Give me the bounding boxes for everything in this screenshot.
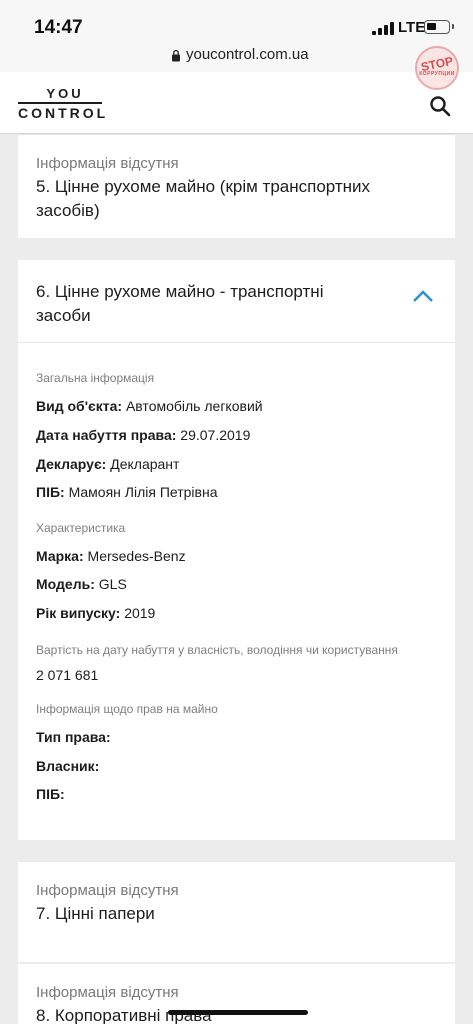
chevron-up-icon[interactable] — [411, 288, 435, 304]
info-row: Рік випуску: 2019 — [36, 605, 156, 621]
section-status: Інформація відсутня — [36, 882, 179, 899]
section-title: 5. Цінне рухоме майно (крім транспортних… — [36, 177, 371, 220]
stamp-line2: КОРРУПЦИИ — [419, 71, 455, 77]
group-label-specs: Характеристика — [36, 521, 126, 535]
divider — [18, 342, 455, 343]
info-row: Дата набуття права: 29.07.2019 — [36, 427, 251, 443]
signal-icon — [372, 22, 394, 35]
section-title[interactable]: 6. Цінне рухоме майно - транспортні засо… — [36, 280, 376, 328]
cost-value: 2 071 681 — [36, 667, 99, 683]
section-card-6: 6. Цінне рухоме майно - транспортні засо… — [18, 260, 455, 840]
logo-top: YOU — [46, 86, 84, 101]
stop-corruption-stamp: STOP КОРРУПЦИИ — [415, 46, 459, 90]
site-header: YOU CONTROL — [0, 72, 473, 134]
section-title: 7. Цінні папери — [36, 904, 155, 923]
logo-rule — [18, 102, 102, 104]
section-status: Інформація відсутня — [36, 984, 179, 1001]
home-indicator[interactable] — [168, 1010, 308, 1015]
info-row: Марка: Mersedes-Benz — [36, 548, 186, 564]
logo-bottom: CONTROL — [18, 104, 109, 121]
url-text[interactable]: youcontrol.com.ua — [186, 46, 309, 63]
section-card-8[interactable]: Інформація відсутня 8. Корпоративні прав… — [18, 964, 455, 1024]
group-label-general: Загальна інформація — [36, 371, 155, 385]
info-row: ПІБ: — [36, 786, 65, 802]
browser-url-bar[interactable]: youcontrol.com.ua — [0, 44, 473, 72]
battery-icon — [424, 20, 454, 34]
status-time: 14:47 — [34, 17, 83, 38]
group-label-cost: Вартість на дату набуття у власність, во… — [36, 643, 398, 657]
section-status: Інформація відсутня — [36, 155, 179, 172]
lock-icon — [172, 49, 180, 62]
info-row: Модель: GLS — [36, 576, 127, 592]
section-card-5[interactable]: Інформація відсутня 5. Цінне рухоме майн… — [18, 134, 455, 238]
info-row: Декларує: Декларант — [36, 456, 180, 472]
section-card-7[interactable]: Інформація відсутня 7. Цінні папери — [18, 862, 455, 962]
info-row: Тип права: — [36, 729, 111, 745]
youcontrol-logo[interactable]: YOU CONTROL — [18, 86, 109, 121]
info-row: Власник: — [36, 758, 100, 774]
group-label-rights: Інформація щодо прав на майно — [36, 702, 218, 716]
info-row: ПІБ: Мамоян Лілія Петрівна — [36, 484, 218, 500]
info-row: Вид об'єкта: Автомобіль легковий — [36, 398, 263, 414]
search-icon[interactable] — [428, 94, 452, 118]
network-label: LTE — [398, 19, 426, 36]
status-bar: 14:47 LTE — [0, 0, 473, 44]
